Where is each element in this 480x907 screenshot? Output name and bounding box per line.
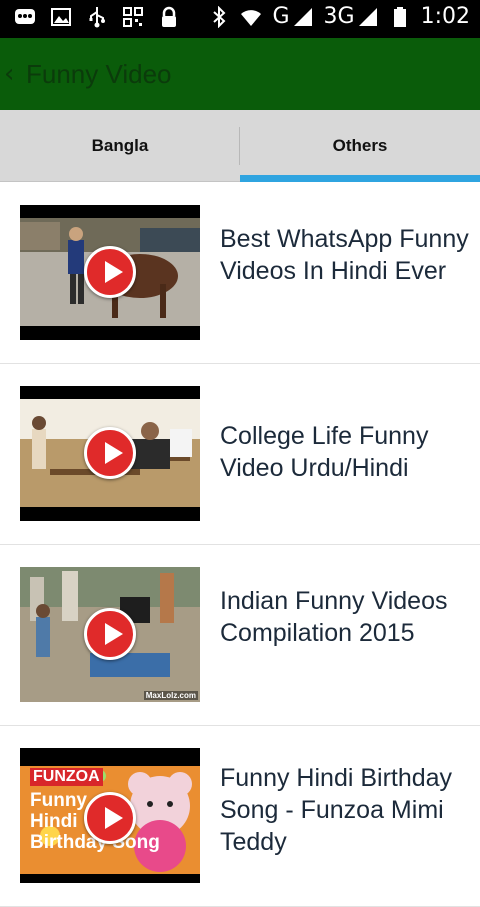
video-thumbnail[interactable]: MaxLolz.com xyxy=(20,567,200,702)
tab-selected-indicator xyxy=(240,175,480,182)
play-button-icon[interactable] xyxy=(84,792,136,844)
thumbnail-watermark: MaxLolz.com xyxy=(143,691,198,700)
tab-bangla[interactable]: Bangla xyxy=(0,110,240,181)
notification-icons xyxy=(14,6,180,28)
video-title[interactable]: Funny Hindi Birthday Song - Funzoa Mimi … xyxy=(220,762,470,858)
bbm-icon xyxy=(15,9,35,24)
tab-bar: Bangla Others xyxy=(0,110,480,182)
system-icons: G 3G 1:02 xyxy=(208,4,470,29)
video-title[interactable]: Indian Funny Videos Compilation 2015 xyxy=(220,585,470,649)
status-bar: G 3G 1:02 xyxy=(0,0,480,38)
thumbnail-brand: FUNZOA xyxy=(30,768,103,786)
usb-icon xyxy=(89,7,105,28)
bluetooth-icon xyxy=(213,5,226,28)
video-thumbnail[interactable] xyxy=(20,386,200,521)
play-button-icon[interactable] xyxy=(84,246,136,298)
lock-icon xyxy=(162,6,176,27)
signal-icon xyxy=(293,7,312,26)
video-list-item[interactable]: Best WhatsApp Funny Videos In Hindi Ever xyxy=(0,183,480,364)
video-list-item[interactable]: FUNZOA Funny Hindi Birthday Song Funny H… xyxy=(0,726,480,907)
video-title[interactable]: College Life Funny Video Urdu/Hindi xyxy=(220,420,470,484)
signal-icon xyxy=(358,7,377,26)
video-thumbnail[interactable]: FUNZOA Funny Hindi Birthday Song xyxy=(20,748,200,883)
video-title[interactable]: Best WhatsApp Funny Videos In Hindi Ever xyxy=(220,223,470,287)
network-type-3g: 3G xyxy=(323,4,355,29)
qr-icon xyxy=(123,7,143,27)
tab-others[interactable]: Others xyxy=(240,110,480,181)
video-list-item[interactable]: College Life Funny Video Urdu/Hindi xyxy=(0,364,480,545)
thumbnail-text: Hindi xyxy=(30,811,78,832)
network-type-g: G xyxy=(272,4,290,29)
app-bar: ‹ Funny Video xyxy=(0,38,480,110)
video-list-item[interactable]: MaxLolz.com Indian Funny Videos Compilat… xyxy=(0,545,480,726)
wifi-icon xyxy=(241,9,262,26)
play-button-icon[interactable] xyxy=(84,427,136,479)
image-icon xyxy=(51,8,71,26)
battery-icon xyxy=(393,6,406,27)
video-list[interactable]: Best WhatsApp Funny Videos In Hindi Ever… xyxy=(0,183,480,907)
clock: 1:02 xyxy=(420,4,470,29)
video-thumbnail[interactable] xyxy=(20,205,200,340)
back-chevron-icon[interactable]: ‹ xyxy=(4,59,20,89)
tab-divider xyxy=(239,127,240,165)
page-title[interactable]: Funny Video xyxy=(26,59,172,90)
thumbnail-text: Funny xyxy=(30,790,87,811)
play-button-icon[interactable] xyxy=(84,608,136,660)
